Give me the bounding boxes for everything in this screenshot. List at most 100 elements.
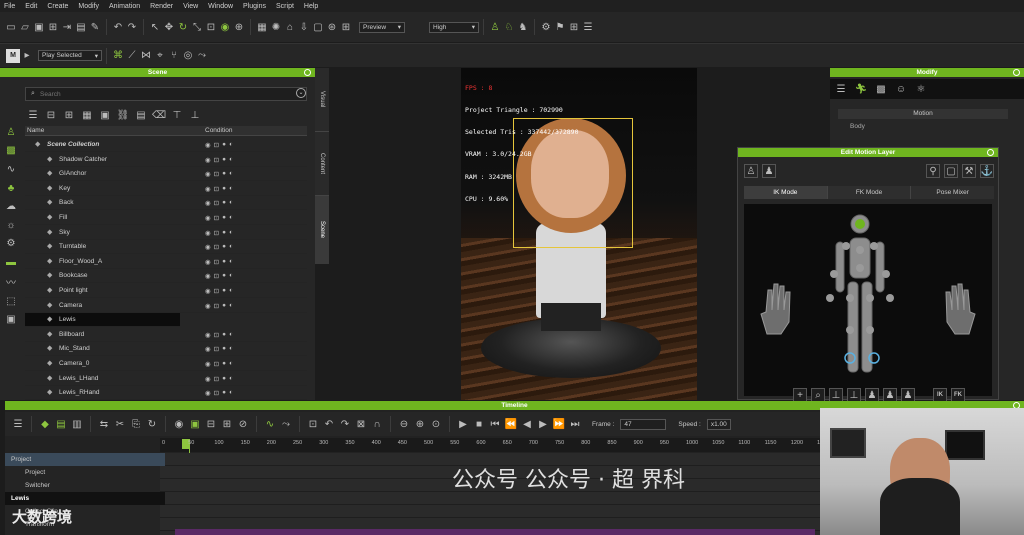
tab-scene[interactable]: Scene <box>315 196 329 264</box>
tab-visual[interactable]: Visual <box>315 68 329 132</box>
condition-icons[interactable]: ◉ ⊡ ● ◐ <box>205 345 233 353</box>
track-switcher[interactable]: Switcher <box>5 479 165 492</box>
visible-icon[interactable]: ◉ <box>205 214 211 222</box>
play-mode-icon[interactable]: ▸ <box>20 49 34 63</box>
open-folder-icon[interactable]: ▱ <box>18 20 32 34</box>
visible-icon[interactable]: ◉ <box>205 272 211 280</box>
prev-icon[interactable]: ⏪ <box>504 417 518 431</box>
foot-icon[interactable]: ⊥ <box>829 388 843 402</box>
scene-item[interactable]: ◆ Point light ◉ ⊡ ● ◐ <box>25 284 307 298</box>
shadow-icon[interactable]: ● <box>222 287 226 295</box>
fk-button[interactable]: FK <box>951 388 965 402</box>
redo-icon[interactable]: ↷ <box>125 20 139 34</box>
collapse-icon[interactable]: ⊟ <box>44 108 58 122</box>
down-icon[interactable]: ⊥ <box>188 108 202 122</box>
zoom-fit-icon[interactable]: ⊙ <box>429 417 443 431</box>
condition-icons[interactable]: ◉ ⊡ ● ◐ <box>205 389 233 397</box>
menu-item-edit[interactable]: Edit <box>25 3 37 10</box>
shade-icon[interactable]: ◐ <box>229 229 233 237</box>
undo-icon[interactable]: ↶ <box>111 20 125 34</box>
pick-icon[interactable]: ⚲ <box>926 164 940 178</box>
scene-item[interactable]: ◆ GIAnchor ◉ ⊡ ● ◐ <box>25 167 307 182</box>
path-icon[interactable]: ⟋ <box>125 49 139 63</box>
scene-item[interactable]: ◆ Key ◉ ⊡ ● ◐ <box>25 182 307 196</box>
start-icon[interactable]: ⏮ <box>488 417 502 431</box>
preview-dropdown[interactable]: Preview ▾ <box>359 21 405 33</box>
render-icon[interactable]: ▤ <box>74 20 88 34</box>
visible-icon[interactable]: ◉ <box>205 229 211 237</box>
layer-icon[interactable]: ▤ <box>54 417 68 431</box>
lock-icon[interactable]: ⊡ <box>214 287 219 295</box>
filter-icon[interactable]: ⌄ <box>296 88 306 98</box>
lock-icon[interactable]: ⊡ <box>214 170 219 178</box>
select-box-icon[interactable]: ⬚ <box>4 295 18 308</box>
frame-input[interactable]: 47 <box>620 418 667 430</box>
lock-icon[interactable]: ⊡ <box>214 331 219 339</box>
visible-icon[interactable]: ◉ <box>205 185 211 193</box>
search-icon[interactable]: ⌕ <box>811 388 825 402</box>
shade-icon[interactable]: ◐ <box>229 258 233 266</box>
close-icon[interactable] <box>987 149 994 156</box>
save-icon[interactable]: ▣ <box>32 20 46 34</box>
play-selected-dropdown[interactable]: Play Selected ▾ <box>38 50 102 61</box>
body-pin-icon[interactable]: ♟ <box>865 388 879 402</box>
scene-item[interactable]: ◆ Bookcase ◉ ⊡ ● ◐ <box>25 269 307 284</box>
shadow-icon[interactable]: ● <box>222 302 226 310</box>
condition-icons[interactable]: ◉ ⊡ ● ◐ <box>205 229 233 237</box>
move-icon[interactable]: ✥ <box>162 20 176 34</box>
snap-icon[interactable]: ⊡ <box>204 20 218 34</box>
shadow-icon[interactable]: ● <box>222 331 226 339</box>
shade-icon[interactable]: ◐ <box>229 214 233 222</box>
scene-item[interactable]: ◆ Lewis_RHand ◉ ⊡ ● ◐ <box>25 386 307 401</box>
condition-icons[interactable]: ◉ ⊡ ● ◐ <box>205 258 233 266</box>
menu-item-plugins[interactable]: Plugins <box>243 3 266 10</box>
curve-icon[interactable]: ∿ <box>4 163 18 176</box>
shade-icon[interactable]: ◐ <box>229 389 233 397</box>
shadow-icon[interactable]: ● <box>222 214 226 222</box>
lock-icon[interactable]: ⊡ <box>214 243 219 251</box>
loop-icon[interactable]: ↻ <box>145 417 159 431</box>
scene-search[interactable]: ⌕ <box>25 87 307 101</box>
tab-fk-mode[interactable]: FK Mode <box>826 186 911 199</box>
gamepad-icon[interactable]: ⌘ <box>111 49 125 63</box>
shadow-icon[interactable]: ● <box>222 141 226 149</box>
camera-view-icon[interactable]: ▦ <box>255 20 269 34</box>
next-frame-icon[interactable]: ▶ <box>536 417 550 431</box>
col-name[interactable]: Name <box>27 127 44 134</box>
gear-icon[interactable]: ⚙ <box>4 238 18 251</box>
shade-icon[interactable]: ◐ <box>229 141 233 149</box>
menu-item-modify[interactable]: Modify <box>78 3 99 10</box>
flip-icon[interactable]: ⇆ <box>97 417 111 431</box>
shadow-icon[interactable]: ● <box>222 199 226 207</box>
menu-item-create[interactable]: Create <box>47 3 68 10</box>
track-lewis[interactable]: Lewis <box>5 492 165 505</box>
undo-key-icon[interactable]: ↶ <box>322 417 336 431</box>
redo-key-icon[interactable]: ↷ <box>338 417 352 431</box>
track-icon[interactable]: ▥ <box>70 417 84 431</box>
condition-icons[interactable]: ◉ ⊡ ● ◐ <box>205 302 233 310</box>
tab-ik-mode[interactable]: IK Mode <box>744 186 827 199</box>
shade-icon[interactable]: ◐ <box>229 272 233 280</box>
export-icon[interactable]: ⇥ <box>60 20 74 34</box>
add-icon[interactable]: + <box>793 388 807 402</box>
shadow-icon[interactable]: ● <box>222 258 226 266</box>
menu-item-animation[interactable]: Animation <box>109 3 140 10</box>
layers-icon[interactable]: ▤ <box>134 108 148 122</box>
scene-item[interactable]: ◆ Back ◉ ⊡ ● ◐ <box>25 196 307 211</box>
visible-icon[interactable]: ◉ <box>205 360 211 368</box>
expand-icon[interactable]: ⊞ <box>62 108 76 122</box>
key-icon[interactable]: ◆ <box>38 417 52 431</box>
prev-frame-icon[interactable]: ◀ <box>520 417 534 431</box>
split-icon[interactable]: ⊟ <box>204 417 218 431</box>
visible-icon[interactable]: ◉ <box>205 141 211 149</box>
motion-section[interactable]: Motion <box>838 109 1008 119</box>
condition-icons[interactable]: ◉ ⊡ ● ◐ <box>205 375 233 383</box>
link-icon[interactable]: ⛓ <box>116 108 130 122</box>
visible-icon[interactable]: ◉ <box>205 375 211 383</box>
effector-icon[interactable]: ⚒ <box>962 164 976 178</box>
condition-icons[interactable]: ◉ ⊡ ● ◐ <box>205 156 233 164</box>
shade-icon[interactable]: ◐ <box>229 156 233 164</box>
scene-item[interactable]: ◆ Lewis <box>25 313 180 328</box>
condition-icons[interactable]: ◉ ⊡ ● ◐ <box>205 199 233 207</box>
prop-icon[interactable]: ♘ <box>502 20 516 34</box>
